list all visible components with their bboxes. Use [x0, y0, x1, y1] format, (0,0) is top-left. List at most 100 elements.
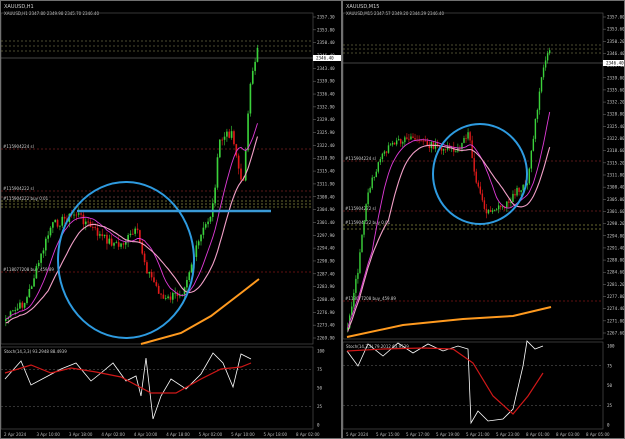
candle-body: [157, 285, 160, 294]
price-label: 2298.20: [607, 221, 625, 226]
price-chart-m15[interactable]: 2357.002353.602350.202346.402343.402339.…: [343, 1, 625, 439]
time-label: 5 Apr 19:00: [436, 432, 460, 437]
price-label: 2283.90: [317, 284, 335, 289]
price-label: 2305.00: [607, 197, 625, 202]
indicator-scale-label: 100: [317, 349, 325, 354]
candle-body: [479, 186, 482, 194]
chart-window-m15[interactable]: XAUUSD,M15 XAUUSD,M15 2347.57 2349.20 23…: [342, 0, 625, 439]
candle-body: [548, 50, 551, 54]
candle-body: [455, 151, 457, 153]
indicator-scale-label: 100: [607, 344, 615, 349]
candle-body: [129, 233, 132, 236]
candle-body: [544, 60, 547, 68]
candle-body: [40, 253, 42, 263]
time-label: 4 Apr 18:00: [166, 432, 190, 437]
price-label: 2336.40: [317, 92, 335, 97]
candle-body: [115, 242, 118, 244]
indicator-scale-label: 50: [607, 383, 613, 388]
price-label: 2343.40: [317, 66, 335, 71]
candle-body: [497, 205, 500, 210]
candle-body: [14, 310, 17, 311]
candle-body: [120, 243, 122, 247]
price-label: 2318.60: [607, 148, 625, 153]
ma-slow-line: [346, 306, 552, 338]
candle-body: [471, 140, 473, 159]
candle-body: [528, 168, 530, 184]
time-label: 3 Apr 10:00: [36, 432, 60, 437]
candle-body: [508, 201, 510, 203]
stoch-signal-line: [4, 362, 252, 394]
price-label: 2353.60: [607, 27, 625, 32]
candle-body: [355, 278, 357, 293]
candle-body: [522, 184, 524, 191]
price-label: 2353.80: [317, 27, 335, 32]
price-label: 2276.90: [317, 310, 335, 315]
price-label: 2329.40: [317, 117, 335, 122]
indicator-scale-label: 0: [607, 423, 610, 428]
candle-body: [465, 138, 467, 139]
candle-body: [28, 288, 31, 298]
candle-body: [132, 233, 134, 235]
time-label: 8 Apr 03:00: [556, 432, 580, 437]
candle-body: [56, 219, 59, 227]
candle-body: [139, 230, 141, 243]
price-label: 2277.80: [607, 294, 625, 299]
drawn-ellipse: [432, 123, 528, 225]
candle-body: [406, 137, 408, 139]
candle-body: [487, 210, 490, 214]
candle-body: [188, 272, 191, 281]
candle-body: [162, 294, 165, 299]
stoch-signal-line: [346, 347, 544, 415]
candle-body: [47, 235, 49, 239]
candle-body: [426, 140, 428, 146]
time-label: 5 Apr 02:00: [199, 432, 223, 437]
price-label: 2274.40: [607, 306, 625, 311]
candle-body: [160, 293, 162, 295]
candle-body: [530, 150, 533, 169]
candle-body: [536, 109, 539, 119]
candle-body: [402, 142, 404, 144]
candle-body: [540, 77, 543, 92]
time-label: 5 Apr 17:00: [406, 432, 430, 437]
candle-body: [223, 136, 226, 140]
candle-body: [434, 143, 437, 149]
candle-body: [518, 187, 520, 192]
price-label: 2301.60: [607, 209, 625, 214]
candle-body: [483, 200, 486, 209]
candle-body: [414, 137, 416, 140]
candle-body: [73, 214, 75, 216]
candle-body: [520, 190, 522, 192]
price-label: 2350.20: [607, 39, 625, 44]
candle-body: [230, 131, 233, 138]
candle-body: [21, 302, 24, 308]
price-label: 2357.30: [317, 15, 335, 20]
candle-body: [424, 140, 426, 142]
price-label: 2325.90: [317, 130, 335, 135]
price-chart-h1[interactable]: 2357.30 2353.80 2350.40 2346.40 2343.40 2339.…: [1, 1, 342, 439]
candle-body: [357, 272, 359, 279]
candle-body: [94, 227, 97, 229]
candle-body: [153, 277, 155, 283]
candle-body: [442, 148, 445, 151]
candle-body: [489, 210, 492, 212]
price-label: 2339.00: [607, 75, 625, 80]
candle-body: [538, 91, 541, 110]
chart-window-h1[interactable]: XAUUSD,H1 XAUUSD,H1 2347.80 2349.98 2345…: [0, 0, 342, 439]
candle-body: [82, 214, 85, 225]
candle-body: [365, 204, 367, 222]
candle-body: [92, 226, 94, 228]
time-label: 4 Apr 10:00: [134, 432, 158, 437]
candle-body: [475, 171, 477, 183]
candle-body: [195, 245, 198, 257]
candle-body: [495, 209, 498, 211]
price-label: 2325.40: [607, 124, 625, 129]
price-label: 2291.40: [607, 245, 625, 250]
price-label: 2284.60: [607, 270, 625, 275]
candle-body: [420, 140, 422, 142]
current-price-label: 2346.40: [606, 61, 624, 66]
price-label: 2328.80: [607, 112, 625, 117]
price-label: 2332.20: [607, 100, 625, 105]
price-label: 2294.80: [607, 233, 625, 238]
candle-body: [233, 131, 235, 145]
candle-body: [42, 250, 45, 254]
